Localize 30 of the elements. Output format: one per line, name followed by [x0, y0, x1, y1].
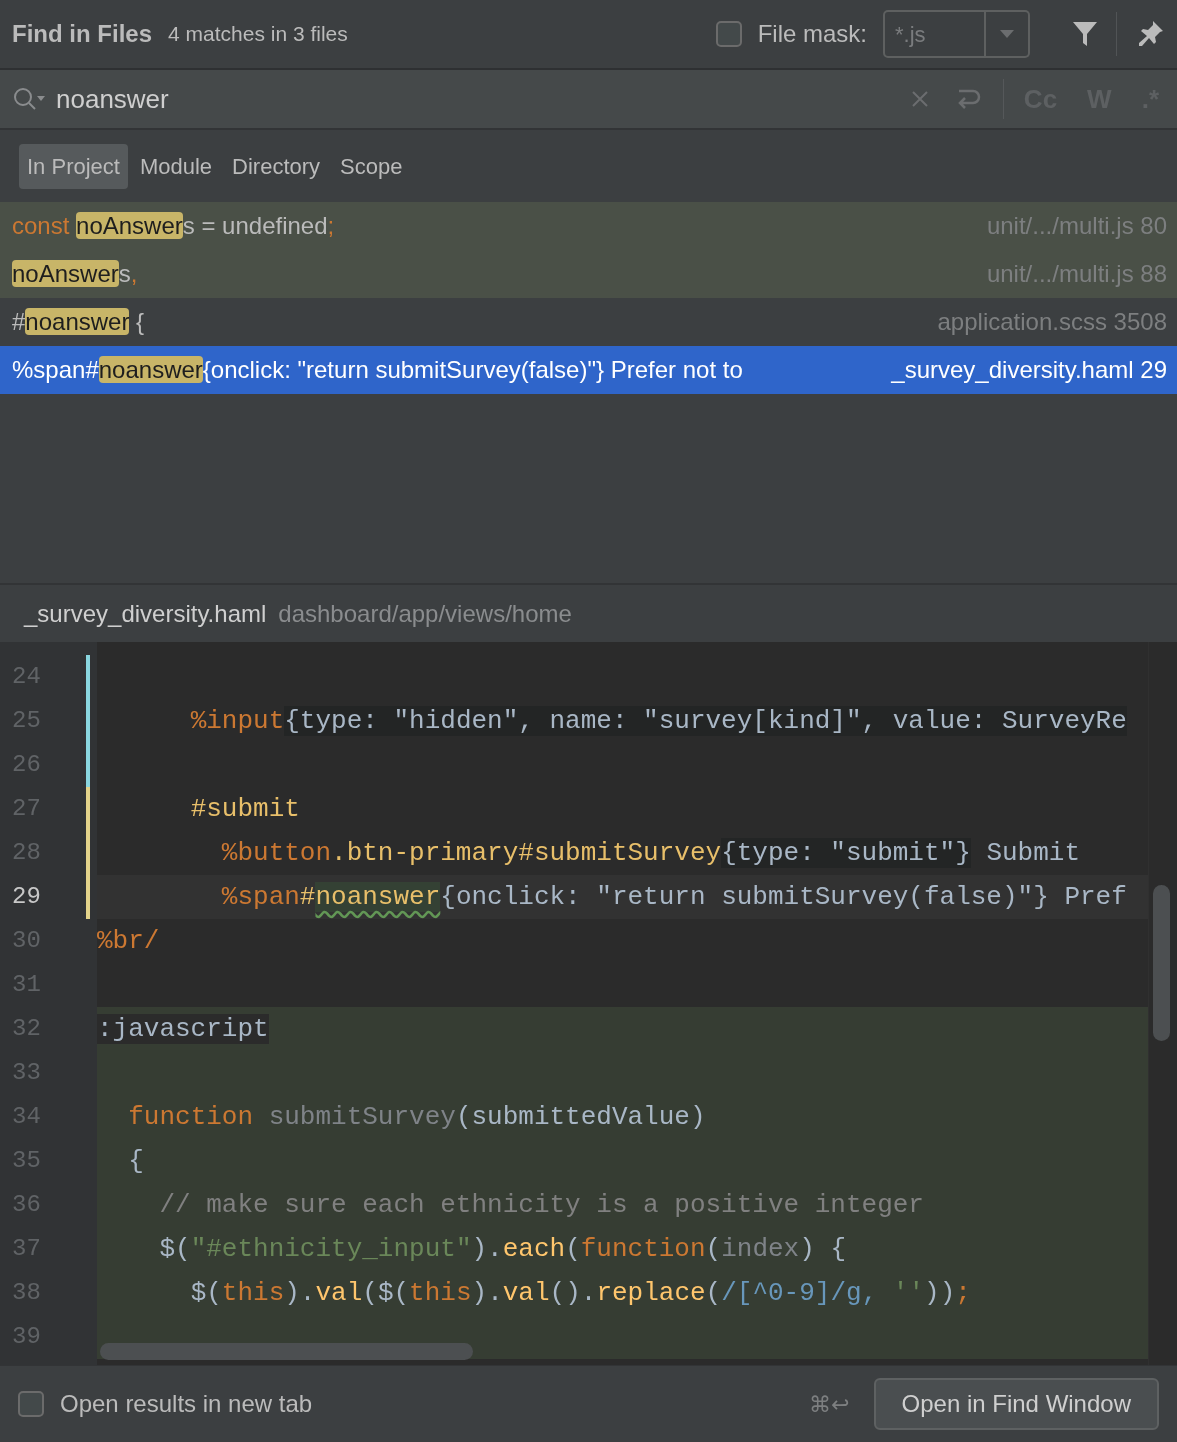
search-icon[interactable] — [12, 86, 46, 112]
file-mask-label: File mask: — [757, 19, 867, 49]
file-path: dashboard/app/views/home — [278, 598, 572, 629]
new-tab-checkbox[interactable] — [18, 1391, 44, 1417]
shortcut-hint: ⌘↩ — [809, 1390, 850, 1419]
file-name: _survey_diversity.haml — [24, 598, 267, 629]
scope-tab[interactable]: In Project — [19, 143, 128, 189]
dialog-title: Find in Files — [12, 19, 152, 49]
scope-tab[interactable]: Directory — [224, 143, 329, 189]
caret-icon[interactable] — [999, 29, 1015, 39]
code-line: // make sure each ethnicity is a positive integer — [158, 1189, 925, 1222]
scrollbar-thumb[interactable] — [1153, 885, 1170, 1041]
code-line: $(this).val($(this).val().replace(/[^0-9]/g, '')); — [189, 1277, 972, 1310]
scope-tab[interactable]: Scope — [332, 143, 411, 189]
open-find-window-button[interactable]: Open in Find Window — [873, 1378, 1159, 1430]
code-line: %input{type: "hidden", name: "survey[kind]", value: SurveyRe — [189, 705, 1128, 738]
code-line: function submitSurvey(submittedValue) — [127, 1101, 707, 1134]
code-line: %button.btn-primary#submitSurvey{type: "submit"} Submit — [220, 837, 1081, 870]
filter-icon[interactable] — [1072, 20, 1098, 48]
line-number: 29 — [11, 882, 42, 912]
scrollbar-thumb[interactable] — [100, 1343, 473, 1360]
close-icon[interactable] — [910, 90, 929, 108]
checkbox-label: Open results in new tab — [60, 1389, 313, 1419]
code-line: $("#ethnicity_input").each(function(index) { — [158, 1233, 847, 1266]
code-line: #submit — [189, 793, 301, 826]
scope-tab[interactable]: Module — [131, 143, 221, 189]
code-line: %br/ — [97, 925, 161, 958]
code-line: { — [127, 1145, 145, 1178]
dropdown-button[interactable] — [986, 10, 1030, 58]
match-summary: 4 matches in 3 files — [168, 21, 348, 48]
